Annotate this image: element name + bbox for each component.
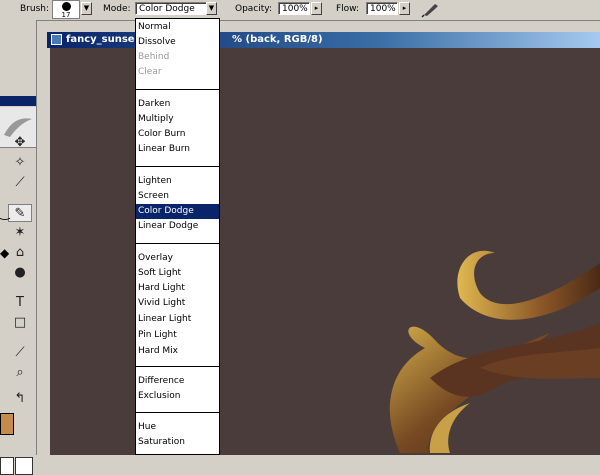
painted-strokes-artwork: [389, 250, 600, 453]
flow-slider-arrow-icon[interactable]: ▸: [399, 2, 410, 15]
menu-separator: [136, 243, 219, 244]
flow-input[interactable]: 100%: [366, 2, 398, 15]
opacity-slider-arrow-icon[interactable]: ▸: [311, 2, 322, 15]
menu-separator: [136, 366, 219, 367]
blend-mode-item[interactable]: Dissolve: [136, 35, 219, 50]
zoom-tool-icon[interactable]: ⌕: [8, 364, 32, 382]
eyedropper-tool-icon[interactable]: ⟋: [8, 344, 32, 362]
blend-mode-item[interactable]: Normal: [136, 20, 219, 35]
blend-mode-item[interactable]: Lighten: [136, 174, 219, 189]
document-title: fancy_sunse: [66, 34, 135, 45]
slice-tool-icon[interactable]: ⟋: [8, 174, 32, 192]
blend-mode-item[interactable]: Overlay: [136, 251, 219, 266]
burn-tool-icon[interactable]: ●: [8, 264, 32, 282]
options-bar: Brush: 17 ▼ Mode: Color Dodge ▼ Opacity:…: [0, 0, 600, 21]
blend-mode-item: Behind: [138, 52, 170, 62]
opacity-label: Opacity:: [235, 4, 272, 14]
menu-separator: [136, 89, 219, 90]
mode-select[interactable]: Color Dodge: [135, 2, 207, 15]
menu-separator: [136, 166, 219, 167]
blend-mode-item[interactable]: Soft Light: [136, 266, 219, 281]
type-tool-icon[interactable]: T: [8, 294, 32, 312]
rectangle-tool-icon[interactable]: □: [8, 314, 32, 332]
blend-mode-item[interactable]: Pin Light: [136, 328, 219, 343]
blend-mode-item[interactable]: Hard Light: [136, 281, 219, 296]
canvas[interactable]: [50, 48, 600, 455]
blend-mode-item[interactable]: Linear Burn: [136, 142, 219, 157]
document-window: fancy_sunse % (back, RGB/8): [47, 32, 600, 455]
blend-mode-item[interactable]: Hard Mix: [136, 344, 219, 359]
magic-wand-tool-icon[interactable]: ✧: [8, 154, 32, 172]
history-brush-tool-icon[interactable]: ✶: [8, 224, 32, 242]
foreground-color-swatch[interactable]: [0, 413, 14, 435]
document-titlebar[interactable]: fancy_sunse % (back, RGB/8): [47, 32, 600, 48]
blend-mode-list[interactable]: Normal Dissolve Behind Clear Darken Mult…: [135, 18, 220, 455]
brush-label: Brush:: [20, 4, 50, 14]
paint-bucket-tool-icon[interactable]: ◆: [0, 244, 9, 262]
blend-mode-item[interactable]: Difference: [136, 374, 219, 389]
brush-preset-picker[interactable]: 17: [52, 0, 80, 19]
airbrush-icon[interactable]: [420, 0, 444, 19]
flow-label: Flow:: [336, 4, 360, 14]
eraser-tool-icon[interactable]: ⌂: [8, 244, 32, 262]
move-tool-icon[interactable]: ✥: [8, 134, 32, 152]
blend-mode-item[interactable]: Linear Dodge: [136, 219, 219, 234]
blend-mode-item[interactable]: Linear Light: [136, 312, 219, 327]
quick-mask-mode-button[interactable]: [15, 457, 33, 475]
brush-tool-icon[interactable]: ✎: [8, 204, 32, 222]
tools-panel-header: [0, 96, 36, 106]
blend-mode-item[interactable]: Darken: [136, 97, 219, 112]
blend-mode-item: Clear: [138, 67, 162, 77]
mode-dropdown-arrow-icon[interactable]: ▼: [206, 2, 217, 15]
blend-mode-item[interactable]: Color Burn: [136, 127, 219, 142]
tools-panel: ✥ ✧ ⟋ ✎ ‿ ✶ ⌂ ◆ ● T □ ⟋ ⌕ ↰: [0, 20, 37, 475]
brush-picker-arrow-icon[interactable]: ▼: [81, 2, 92, 15]
brush-tip-icon: [62, 2, 71, 11]
document-title-mode: % (back, RGB/8): [232, 34, 323, 45]
blend-mode-item[interactable]: Screen: [136, 189, 219, 204]
standard-mode-button[interactable]: [0, 457, 14, 475]
blend-mode-item[interactable]: Multiply: [136, 112, 219, 127]
swap-colors-icon[interactable]: ↰: [8, 390, 32, 408]
blend-mode-item[interactable]: Vivid Light: [136, 296, 219, 311]
document-icon: [51, 34, 62, 45]
menu-separator: [136, 412, 219, 413]
blend-mode-item[interactable]: Hue: [136, 420, 219, 435]
blend-mode-item[interactable]: Saturation: [136, 435, 219, 450]
blend-mode-item[interactable]: Exclusion: [136, 389, 219, 404]
blend-mode-item-selected[interactable]: Color Dodge: [136, 204, 219, 219]
healing-tool-icon[interactable]: ‿: [0, 204, 10, 222]
brush-size-value: 17: [61, 11, 71, 19]
opacity-input[interactable]: 100%: [278, 2, 310, 15]
mode-label: Mode:: [103, 4, 131, 14]
